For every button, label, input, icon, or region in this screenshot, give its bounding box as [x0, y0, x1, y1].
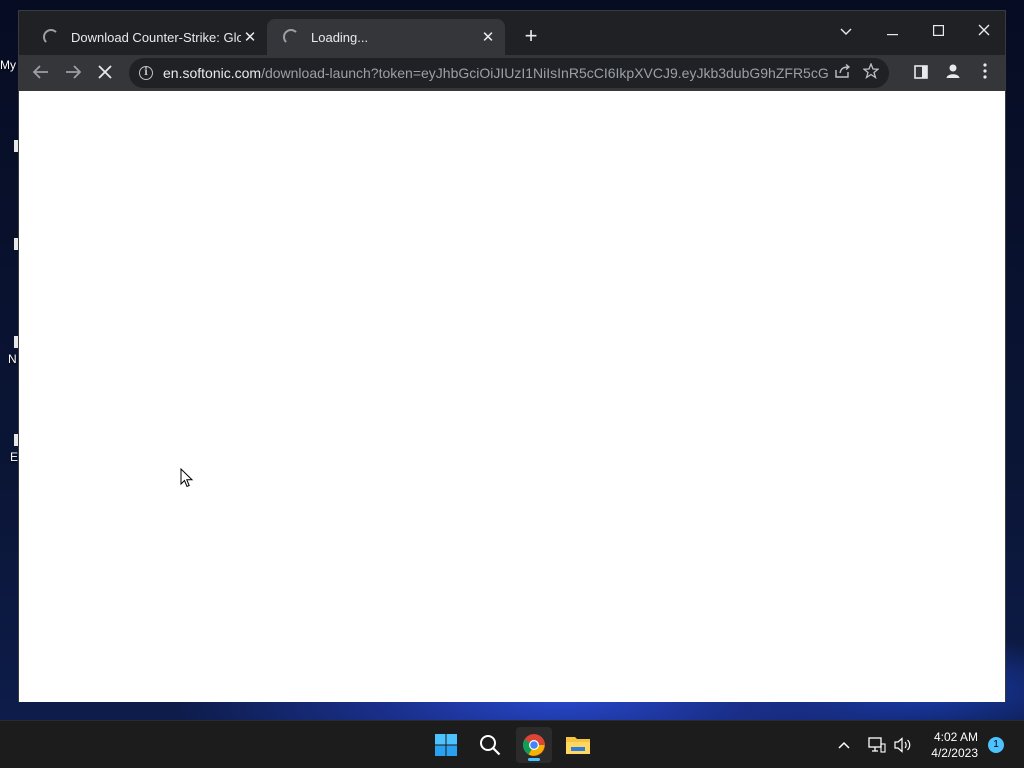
loading-spinner-icon [43, 29, 59, 45]
tab-counter-strike-download[interactable]: Download Counter-Strike: Global Offensiv… [27, 19, 267, 55]
site-info-icon[interactable]: i [139, 66, 153, 80]
network-icon[interactable] [868, 737, 886, 753]
minimize-button[interactable] [869, 17, 915, 47]
clock[interactable]: 4:02 AM 4/2/2023 [931, 729, 978, 761]
taskbar-file-explorer-button[interactable] [560, 727, 596, 763]
more-vertical-icon [983, 63, 987, 79]
page-content[interactable] [19, 91, 1005, 702]
menu-button[interactable] [971, 59, 999, 87]
back-button[interactable] [27, 59, 55, 87]
tab-close-icon[interactable]: ✕ [241, 28, 259, 46]
volume-icon[interactable] [894, 737, 912, 753]
taskbar-search-button[interactable] [472, 727, 508, 763]
search-icon [480, 735, 501, 756]
start-button[interactable] [428, 727, 464, 763]
mouse-cursor-icon [180, 468, 194, 488]
close-window-button[interactable] [961, 17, 1007, 47]
arrow-right-icon [66, 65, 82, 79]
forward-button[interactable] [59, 59, 87, 87]
maximize-button[interactable] [915, 17, 961, 47]
title-bar: Download Counter-Strike: Global Offensiv… [19, 11, 1005, 55]
side-panel-button[interactable] [907, 59, 935, 87]
chevron-up-icon[interactable] [838, 741, 850, 749]
maximize-icon [932, 25, 944, 37]
clock-time: 4:02 AM [933, 730, 978, 744]
new-tab-button[interactable]: + [519, 25, 543, 49]
close-icon [978, 24, 990, 36]
browser-toolbar: i en.softonic.com/download-launch?token=… [19, 55, 1005, 91]
taskbar-chrome-button[interactable] [516, 727, 552, 763]
profile-button[interactable] [939, 59, 967, 87]
stop-icon [98, 65, 112, 79]
running-indicator [528, 758, 540, 761]
loading-spinner-icon [283, 29, 299, 45]
share-button[interactable] [829, 63, 857, 82]
bookmark-button[interactable] [857, 62, 885, 83]
address-bar[interactable]: i en.softonic.com/download-launch?token=… [129, 58, 889, 88]
tab-loading[interactable]: Loading... ✕ [267, 19, 505, 55]
minimize-icon [886, 34, 898, 36]
tab-search-button[interactable] [823, 17, 869, 47]
star-icon [862, 62, 880, 80]
tab-title: Loading... [311, 29, 369, 45]
url-host: en.softonic.com [163, 65, 262, 81]
stop-button[interactable] [91, 59, 119, 87]
url-path: /download-launch?token=eyJhbGciOiJIUzI1N… [261, 65, 829, 81]
chrome-icon [523, 734, 545, 756]
url-text[interactable]: en.softonic.com/download-launch?token=ey… [163, 65, 829, 81]
clock-date: 4/2/2023 [931, 746, 978, 760]
chevron-down-icon [840, 28, 852, 35]
profile-icon [946, 64, 960, 78]
file-explorer-icon [566, 737, 590, 754]
side-panel-icon [914, 65, 928, 79]
desktop-icon-label[interactable]: My [0, 58, 18, 72]
tab-close-icon[interactable]: ✕ [479, 28, 497, 46]
tab-title: Download Counter-Strike: Global Offensiv… [71, 29, 241, 45]
windows-start-icon [435, 734, 457, 756]
browser-window: Download Counter-Strike: Global Offensiv… [18, 10, 1006, 702]
system-tray [838, 721, 912, 768]
arrow-left-icon [32, 65, 48, 79]
share-icon [835, 63, 851, 78]
notification-badge[interactable]: 1 [988, 737, 1004, 753]
taskbar: 4:02 AM 4/2/2023 1 [0, 720, 1024, 768]
